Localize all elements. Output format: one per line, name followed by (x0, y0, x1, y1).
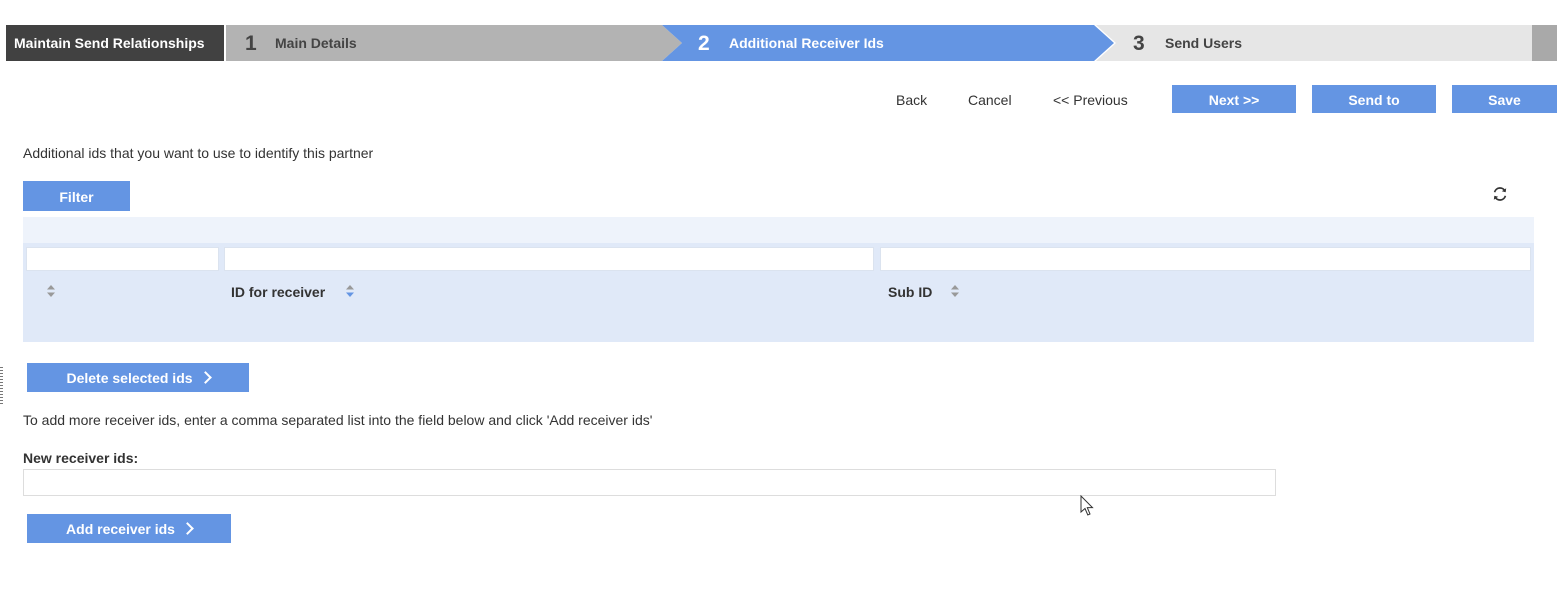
select-column-filter[interactable] (26, 247, 219, 271)
previous-button[interactable]: << Previous (1047, 85, 1134, 113)
new-receiver-ids-input[interactable] (23, 469, 1276, 496)
wizard-end-cap (1532, 25, 1557, 61)
sort-icon[interactable] (951, 284, 959, 298)
save-button[interactable]: Save (1452, 85, 1557, 113)
delete-selected-ids-button[interactable]: Delete selected ids (27, 363, 249, 392)
wizard-bar: Maintain Send Relationships 1 Main Detai… (6, 25, 1557, 61)
mouse-cursor-icon (1080, 495, 1094, 516)
new-receiver-ids-label: New receiver ids: (23, 450, 139, 466)
step-number: 2 (698, 32, 710, 55)
sub-id-filter[interactable] (880, 247, 1531, 271)
page-description: Additional ids that you want to use to i… (23, 145, 374, 161)
add-instructions: To add more receiver ids, enter a comma … (23, 412, 653, 428)
add-receiver-ids-button[interactable]: Add receiver ids (27, 514, 231, 543)
step-number: 1 (245, 32, 257, 55)
cancel-button[interactable]: Cancel (962, 85, 1018, 113)
column-header-sub-id[interactable]: Sub ID (888, 284, 932, 300)
resize-handle[interactable] (0, 367, 3, 405)
sort-icon[interactable] (47, 284, 55, 298)
receiver-ids-table: ID for receiver Sub ID (23, 217, 1534, 342)
sort-icon[interactable] (346, 284, 354, 298)
filter-button[interactable]: Filter (23, 181, 130, 211)
chevron-right-icon (198, 371, 212, 384)
step-label: Send Users (1165, 35, 1243, 51)
table-toolbar (23, 217, 1534, 243)
wizard-step-send-users[interactable]: 3 Send Users (1096, 25, 1532, 61)
next-button[interactable]: Next >> (1172, 85, 1296, 113)
step-label: Additional Receiver Ids (729, 35, 884, 51)
wizard-step-main-details[interactable]: 1 Main Details (226, 25, 682, 61)
step-label: Main Details (275, 35, 357, 51)
send-to-button[interactable]: Send to (1312, 85, 1436, 113)
wizard-title: Maintain Send Relationships (6, 25, 224, 61)
chevron-right-icon (181, 522, 194, 535)
step-number: 3 (1133, 32, 1145, 55)
id-for-receiver-filter[interactable] (224, 247, 874, 271)
column-header-id-for-receiver[interactable]: ID for receiver (231, 284, 325, 300)
back-button[interactable]: Back (890, 85, 933, 113)
wizard-step-additional-receiver-ids[interactable]: 2 Additional Receiver Ids (662, 25, 1114, 61)
refresh-icon[interactable] (1491, 185, 1509, 203)
